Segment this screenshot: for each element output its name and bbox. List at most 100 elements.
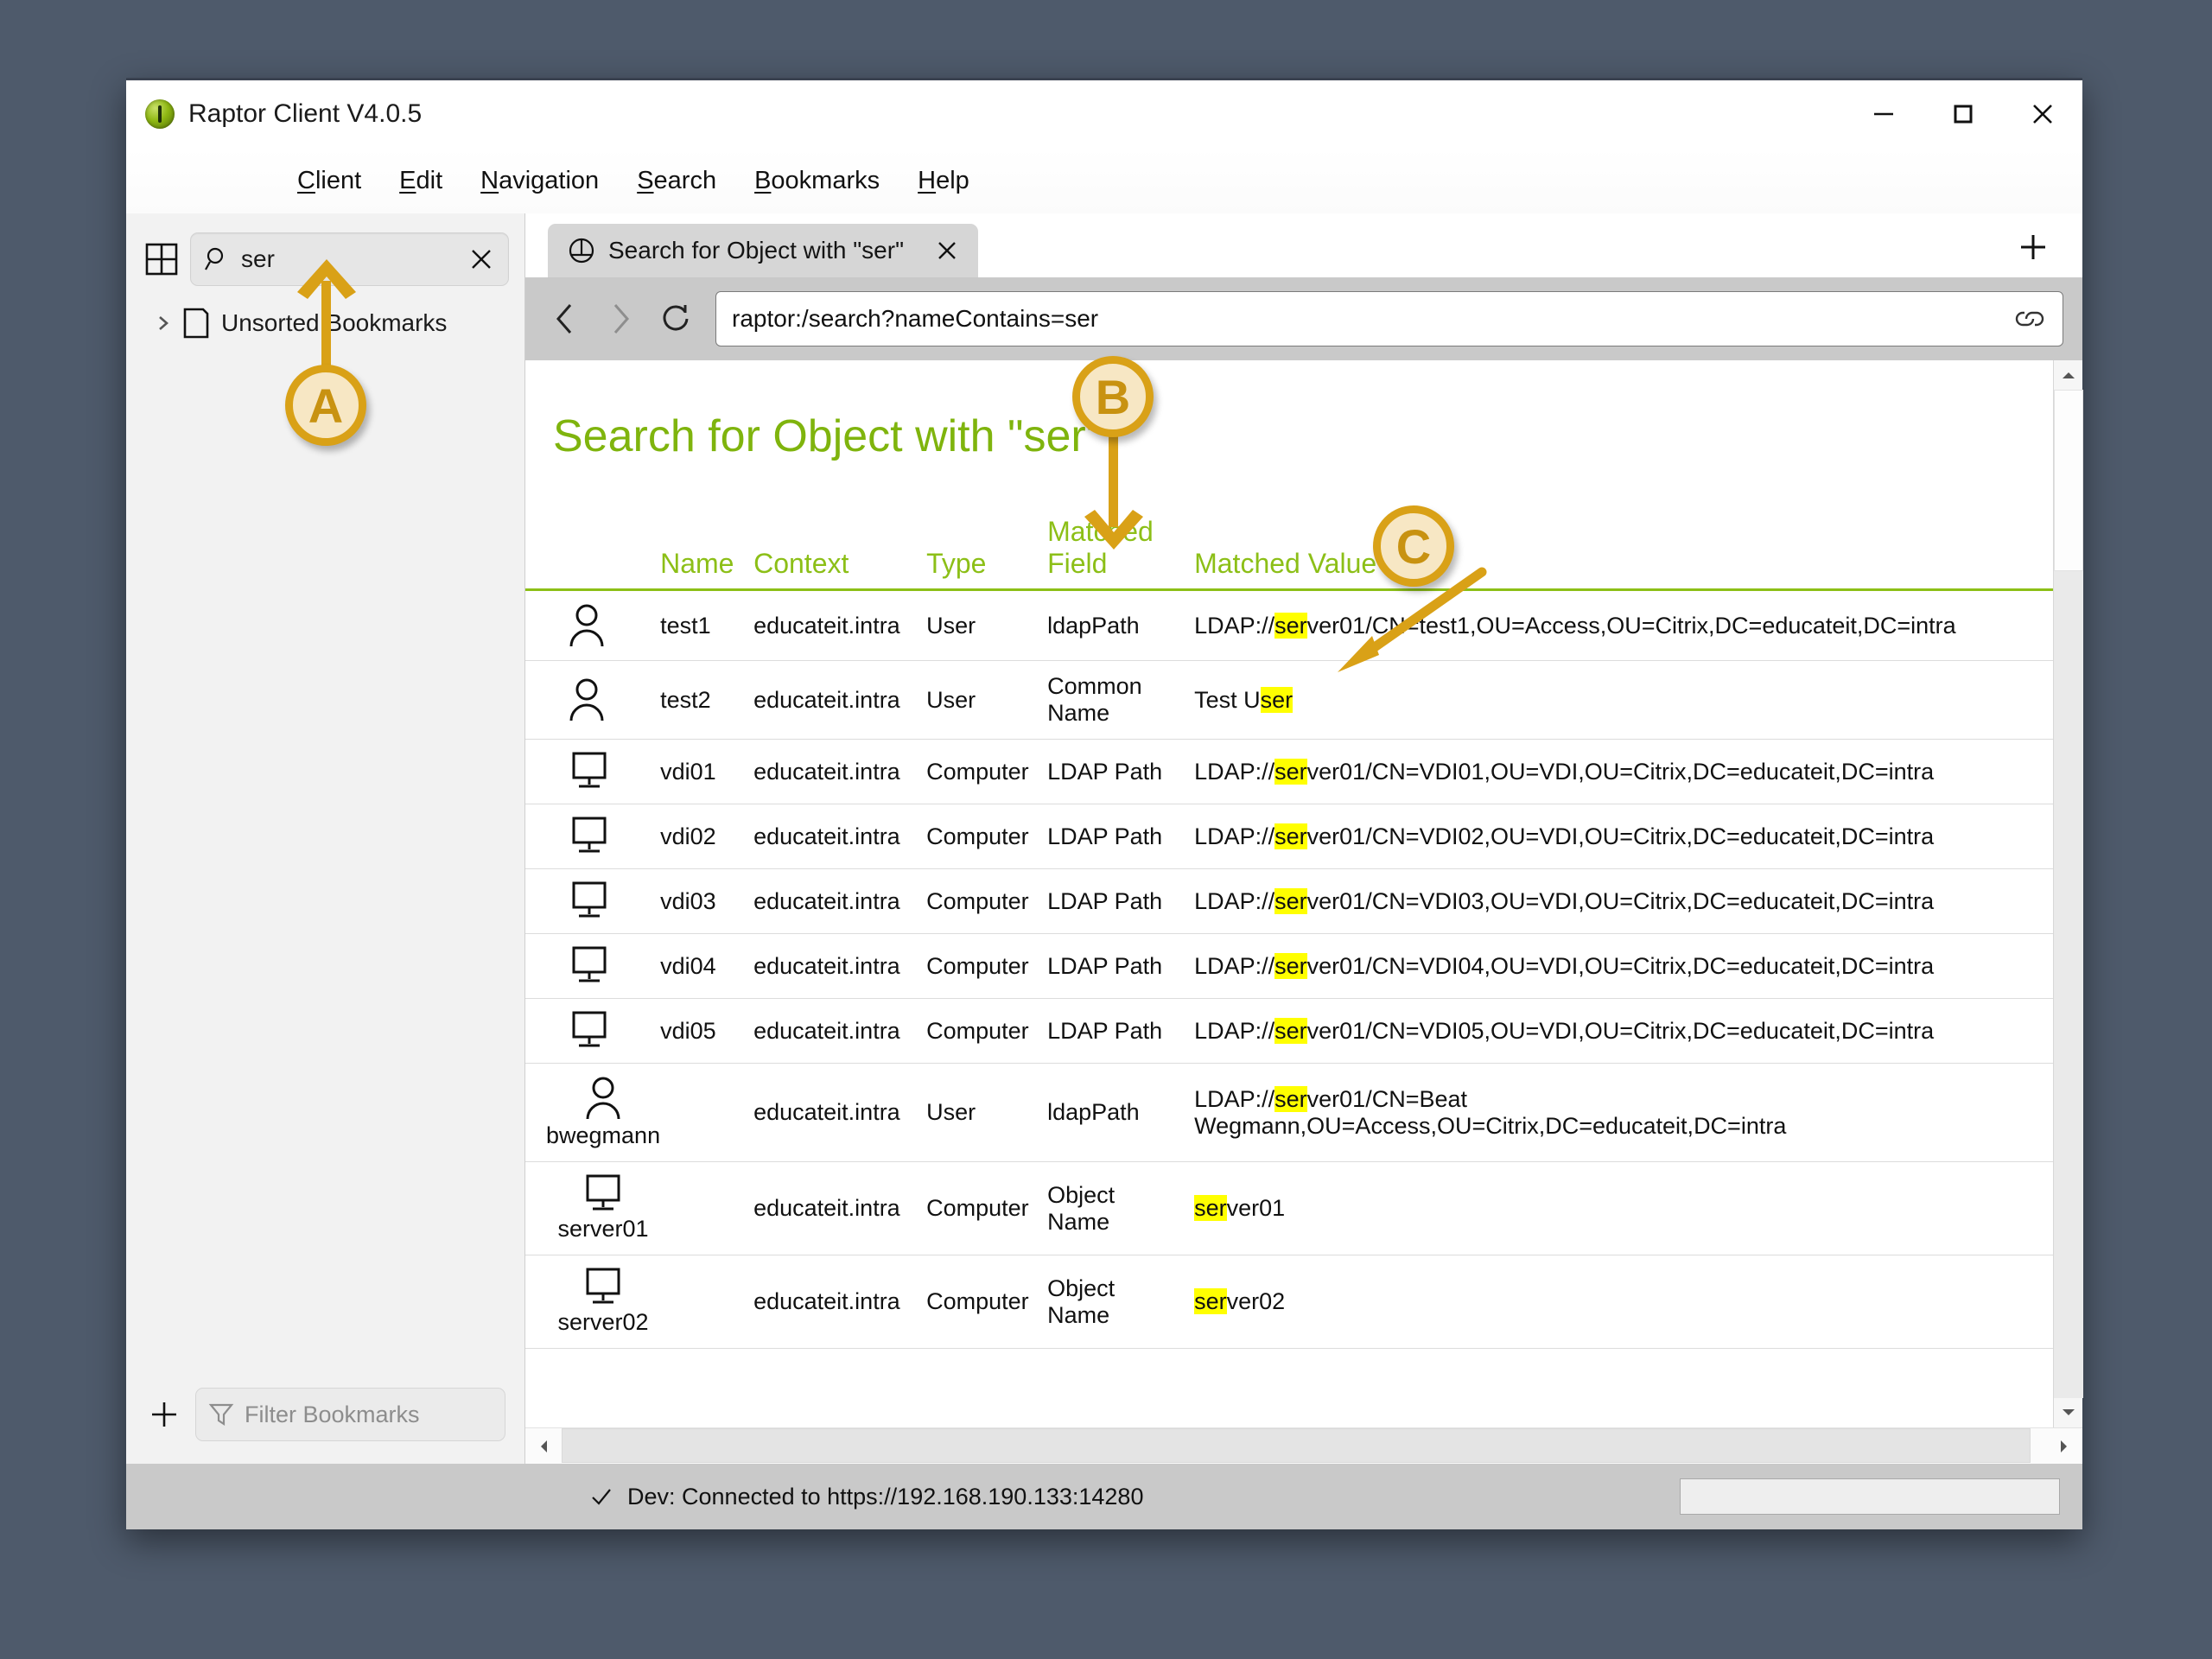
annotation-a-arrowhead [297,259,356,299]
row-context-cell: educateit.intra [753,1255,927,1349]
horizontal-scroll-track[interactable] [562,1428,2046,1464]
menu-search[interactable]: Search [618,162,735,200]
search-icon [205,247,224,270]
tab-label: Search for Object with "ser" [608,237,905,264]
address-bar[interactable]: raptor:/search?nameContains=ser [715,291,2063,346]
results-table-body: test1 educateit.intra User ldapPath LDAP://s… [525,589,2053,1349]
scroll-up-arrow[interactable] [2054,360,2083,390]
navigation-bar: raptor:/search?nameContains=ser [525,277,2082,360]
column-header-context[interactable]: Context [753,516,926,590]
page-title: Search for Object with "ser" [553,411,1103,461]
matched-value-cell: LDAP://server01/CN=VDI04,OU=VDI,OU=Citri… [1194,933,2053,999]
row-name-label: server02 [557,1309,649,1335]
row-context-cell: educateit.intra [753,933,927,999]
menu-navigation[interactable]: Navigation [461,162,618,200]
menu-client[interactable]: Client [278,162,380,200]
scroll-right-arrow[interactable] [2046,1428,2082,1464]
row-name-stacked: server01 [546,1174,660,1243]
table-row[interactable]: server02 educateit.intra Computer Object Na… [525,1255,2053,1349]
row-matched-field-cell: Object Name [1047,1161,1195,1255]
matched-value-highlight: ser [1274,612,1307,639]
table-row[interactable]: server01 educateit.intra Computer Object Na… [525,1161,2053,1255]
maximize-button[interactable] [1923,80,2003,148]
column-header-icon[interactable] [525,516,660,590]
row-icon-cell [525,998,661,1064]
clear-search-icon[interactable] [467,245,496,274]
matched-value-cell: server01 [1194,1161,2053,1255]
table-row[interactable]: test1 educateit.intra User ldapPath LDAP://s… [525,589,2053,661]
row-matched-field-cell: LDAP Path [1047,998,1195,1064]
row-name-cell: vdi04 [660,933,754,999]
window-title: Raptor Client V4.0.5 [188,99,423,128]
menu-edit[interactable]: Edit [380,162,461,200]
row-name-stacked: bwegmann [546,1076,660,1149]
menu-help[interactable]: Help [899,162,988,200]
vertical-scroll-track[interactable] [2053,390,2083,1398]
forward-button[interactable] [596,295,645,343]
matched-value-highlight: ser [1274,1017,1307,1044]
column-header-type[interactable]: Type [926,516,1047,590]
menu-bar: Client Edit Navigation Search Bookmarks … [126,148,2082,213]
user-icon [586,1077,620,1120]
column-header-name[interactable]: Name [660,516,753,590]
row-name-stacked: server02 [546,1268,660,1336]
minimize-button[interactable] [1844,80,1923,148]
table-row[interactable]: vdi03 educateit.intra Computer LDAP Path LDA… [525,868,2053,934]
table-row[interactable]: vdi04 educateit.intra Computer LDAP Path LDA… [525,933,2053,999]
tab-close-icon[interactable] [931,235,963,266]
menu-help-label: H [918,166,937,194]
row-type-cell: Computer [926,933,1048,999]
close-button[interactable] [2003,80,2082,148]
matched-value-prefix: LDAP:// [1194,1085,1275,1112]
computer-icon [572,881,607,918]
reload-button[interactable] [652,295,700,343]
application-window: Raptor Client V4.0.5 Client Edit Navigat… [126,78,2083,1529]
back-button[interactable] [541,295,589,343]
new-tab-icon[interactable] [2013,227,2053,267]
row-name-inline [546,881,660,921]
row-icon-cell: server02 [525,1255,661,1349]
table-row[interactable]: test2 educateit.intra User Common Name Test … [525,660,2053,740]
content-vertical-scrollbar[interactable] [2053,360,2083,1427]
annotation-b-arrowhead [1084,510,1143,550]
matched-value-cell: LDAP://server01/CN=VDI02,OU=VDI,OU=Citri… [1194,804,2053,869]
row-name-label: bwegmann [546,1122,661,1148]
row-icon-cell [525,589,661,661]
tab-search-results[interactable]: Search for Object with "ser" [548,224,979,277]
row-icon-cell [525,804,661,869]
matched-value-cell: LDAP://server01/CN=VDI03,OU=VDI,OU=Citri… [1194,868,2053,934]
table-row[interactable]: vdi02 educateit.intra Computer LDAP Path LDA… [525,804,2053,869]
horizontal-scroll-thumb[interactable] [562,1428,2031,1463]
scroll-down-arrow[interactable] [2054,1398,2083,1427]
status-bar: Dev: Connected to https://192.168.190.13… [126,1464,2082,1529]
matched-value-prefix: LDAP:// [1194,887,1275,914]
table-row[interactable]: vdi01 educateit.intra Computer LDAP Path LDA… [525,739,2053,804]
add-bookmark-icon[interactable] [145,1395,183,1433]
menu-edit-label: E [399,166,416,194]
vertical-scroll-thumb[interactable] [2053,390,2083,571]
table-row[interactable]: vdi05 educateit.intra Computer LDAP Path LDA… [525,998,2053,1064]
chevron-right-icon[interactable] [156,314,171,333]
link-icon[interactable] [2012,305,2047,333]
window-controls [1844,80,2082,148]
content-wrapper: Search for Object with "ser" Name Contex… [525,360,2083,1427]
filter-bookmarks-input[interactable]: Filter Bookmarks [195,1388,505,1441]
row-name-inline [546,603,660,648]
row-icon-cell [525,660,661,740]
annotation-badge-c-label: C [1395,518,1432,574]
matched-value-suffix: ver01/CN=VDI05,OU=VDI,OU=Citrix,DC=educa… [1306,1017,1935,1044]
app-logo-icon [145,99,175,129]
content-horizontal-scrollbar[interactable] [525,1427,2082,1464]
matched-value-suffix: ver01/CN=VDI04,OU=VDI,OU=Citrix,DC=educa… [1306,952,1935,979]
row-matched-field-cell: ldapPath [1047,1063,1195,1162]
table-row[interactable]: bwegmann educateit.intra User ldapPath LDAP:… [525,1063,2053,1162]
computer-icon [586,1174,620,1211]
matched-value-cell: LDAP://server01/CN=VDI05,OU=VDI,OU=Citri… [1194,998,2053,1064]
matched-value-suffix: ver01/CN=VDI02,OU=VDI,OU=Citrix,DC=educa… [1306,823,1935,849]
matched-value-cell: LDAP://server01/CN=Beat Wegmann,OU=Acces… [1194,1063,2053,1162]
scroll-left-arrow[interactable] [525,1428,562,1464]
status-text: Dev: Connected to https://192.168.190.13… [627,1483,1144,1510]
annotation-badge-c: C [1373,505,1454,587]
menu-bookmarks[interactable]: Bookmarks [735,162,899,200]
grid-view-icon[interactable] [145,243,178,276]
